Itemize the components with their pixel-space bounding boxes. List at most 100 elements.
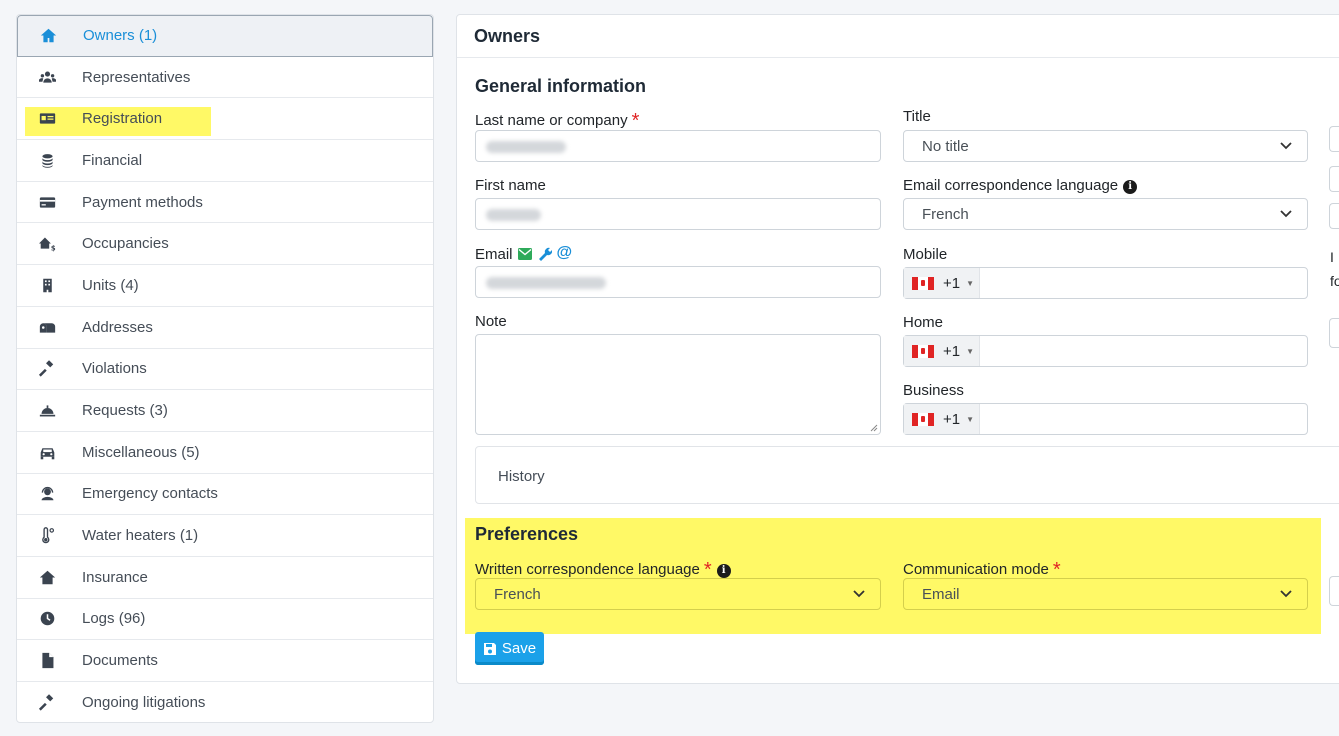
- resize-handle-icon[interactable]: [870, 424, 878, 432]
- sidebar-item-financial[interactable]: Financial: [17, 140, 433, 182]
- sidebar-item-violations[interactable]: Violations: [17, 349, 433, 391]
- business-phone-input[interactable]: +1 ▼: [903, 403, 1308, 435]
- sidebar-item-representatives[interactable]: Representatives: [17, 57, 433, 99]
- redacted-value: [486, 277, 606, 289]
- country-code-selector[interactable]: +1 ▼: [904, 404, 980, 434]
- envelope-icon[interactable]: [517, 248, 532, 260]
- general-info-title: General information: [475, 76, 647, 96]
- thermometer-icon: [37, 526, 57, 546]
- sidebar-nav: Owners (1) Representatives Registration …: [16, 14, 434, 723]
- sidebar-item-occupancies[interactable]: $ Occupancies: [17, 223, 433, 266]
- wrench-icon[interactable]: [538, 247, 552, 261]
- email-label-text: Email: [475, 245, 513, 263]
- id-card-icon: [37, 109, 57, 129]
- at-icon[interactable]: @: [557, 244, 573, 262]
- written-lang-select[interactable]: French: [475, 578, 881, 610]
- business-label: Business: [903, 382, 964, 399]
- sidebar-item-emergency-contacts[interactable]: Emergency contacts: [17, 474, 433, 516]
- sidebar-item-requests[interactable]: Requests (3): [17, 390, 433, 432]
- redacted-value: [486, 209, 541, 221]
- bell-concierge-icon: [37, 401, 57, 421]
- sidebar-item-label: Occupancies: [82, 235, 169, 253]
- sidebar-item-addresses[interactable]: Addresses: [17, 307, 433, 349]
- comm-mode-select[interactable]: Email: [903, 578, 1308, 610]
- chevron-down-icon: [853, 590, 865, 598]
- home-icon: [38, 26, 58, 46]
- sidebar-item-label: Financial: [82, 151, 143, 169]
- floppy-disk-icon: [483, 642, 496, 655]
- sidebar-item-payment-methods[interactable]: Payment methods: [17, 182, 433, 224]
- redacted-value: [486, 141, 566, 153]
- home-phone-input[interactable]: +1 ▼: [903, 335, 1308, 367]
- first-name-input[interactable]: [475, 198, 881, 230]
- sidebar-item-label: Logs (96): [82, 610, 146, 628]
- email-label: Email @: [475, 244, 573, 263]
- sidebar-item-water-heaters[interactable]: Water heaters (1): [17, 515, 433, 557]
- sidebar-item-label: Units (4): [82, 276, 139, 294]
- edge-button-partial[interactable]: [1329, 126, 1339, 152]
- dial-code: +1: [943, 410, 961, 428]
- edge-input-partial[interactable]: [1329, 576, 1339, 606]
- house-icon: [37, 567, 57, 587]
- email-lang-label: Email correspondence language i: [903, 177, 1138, 195]
- sidebar-item-insurance[interactable]: Insurance: [17, 557, 433, 599]
- note-textarea[interactable]: [475, 334, 881, 435]
- gavel-icon: [37, 359, 57, 379]
- last-name-input[interactable]: [475, 130, 881, 162]
- written-lang-select-value: French: [494, 585, 541, 603]
- history-label: History: [498, 468, 545, 485]
- owners-panel: Owners General information Last name or …: [456, 14, 1339, 684]
- sidebar-item-label: Documents: [82, 652, 158, 670]
- history-accordion[interactable]: History: [475, 446, 1339, 504]
- gavel-icon: [37, 693, 57, 713]
- chevron-down-icon: [1280, 142, 1292, 150]
- svg-text:$: $: [50, 245, 55, 253]
- sidebar-item-label: Water heaters (1): [82, 527, 199, 545]
- comm-mode-select-value: Email: [922, 585, 960, 603]
- edge-input-partial[interactable]: [1329, 318, 1339, 348]
- sidebar-item-ongoing-litigations[interactable]: Ongoing litigations: [17, 682, 433, 722]
- sidebar-item-documents[interactable]: Documents: [17, 640, 433, 682]
- car-icon: [37, 442, 57, 462]
- sidebar-item-registration[interactable]: Registration: [17, 98, 433, 141]
- sidebar-item-label: Miscellaneous (5): [82, 443, 200, 461]
- sidebar-item-label: Emergency contacts: [82, 485, 218, 503]
- last-name-label-text: Last name or company: [475, 112, 628, 129]
- info-icon[interactable]: i: [716, 563, 731, 578]
- building-icon: [37, 275, 57, 295]
- sidebar-item-miscellaneous[interactable]: Miscellaneous (5): [17, 432, 433, 474]
- email-input[interactable]: [475, 266, 881, 298]
- edge-button-partial[interactable]: [1329, 166, 1339, 192]
- sidebar-item-logs[interactable]: Logs (96): [17, 599, 433, 641]
- home-label: Home: [903, 314, 944, 331]
- file-icon: [37, 651, 57, 671]
- mobile-input[interactable]: +1 ▼: [903, 267, 1308, 299]
- title-select[interactable]: No title: [903, 130, 1308, 162]
- sidebar-item-units[interactable]: Units (4): [17, 265, 433, 307]
- comm-mode-label-text: Communication mode: [903, 561, 1049, 578]
- country-code-selector[interactable]: +1 ▼: [904, 268, 980, 298]
- email-lang-select[interactable]: French: [903, 198, 1308, 230]
- panel-title: Owners: [474, 25, 541, 46]
- save-button[interactable]: Save: [475, 632, 544, 665]
- edge-text-partial: fo: [1330, 273, 1339, 289]
- houses-dollar-icon: $: [37, 234, 57, 254]
- edge-button-partial[interactable]: [1329, 203, 1339, 229]
- country-code-selector[interactable]: +1 ▼: [904, 336, 980, 366]
- headset-icon: [37, 484, 57, 504]
- chevron-down-icon: [1280, 590, 1292, 598]
- caret-down-icon: ▼: [966, 278, 975, 288]
- note-label: Note: [475, 313, 507, 330]
- canada-flag-icon: [912, 344, 934, 358]
- sidebar-item-label: Registration: [82, 110, 163, 128]
- caret-down-icon: ▼: [966, 414, 975, 424]
- title-label: Title: [903, 108, 931, 125]
- dial-code: +1: [943, 342, 961, 360]
- sidebar-item-label: Addresses: [82, 318, 153, 336]
- sidebar-item-owners[interactable]: Owners (1): [17, 15, 433, 57]
- info-icon[interactable]: i: [1123, 179, 1138, 194]
- save-label: Save: [501, 640, 537, 657]
- sidebar-item-label: Ongoing litigations: [82, 694, 206, 712]
- canada-flag-icon: [912, 412, 934, 426]
- chevron-down-icon: [1280, 210, 1292, 218]
